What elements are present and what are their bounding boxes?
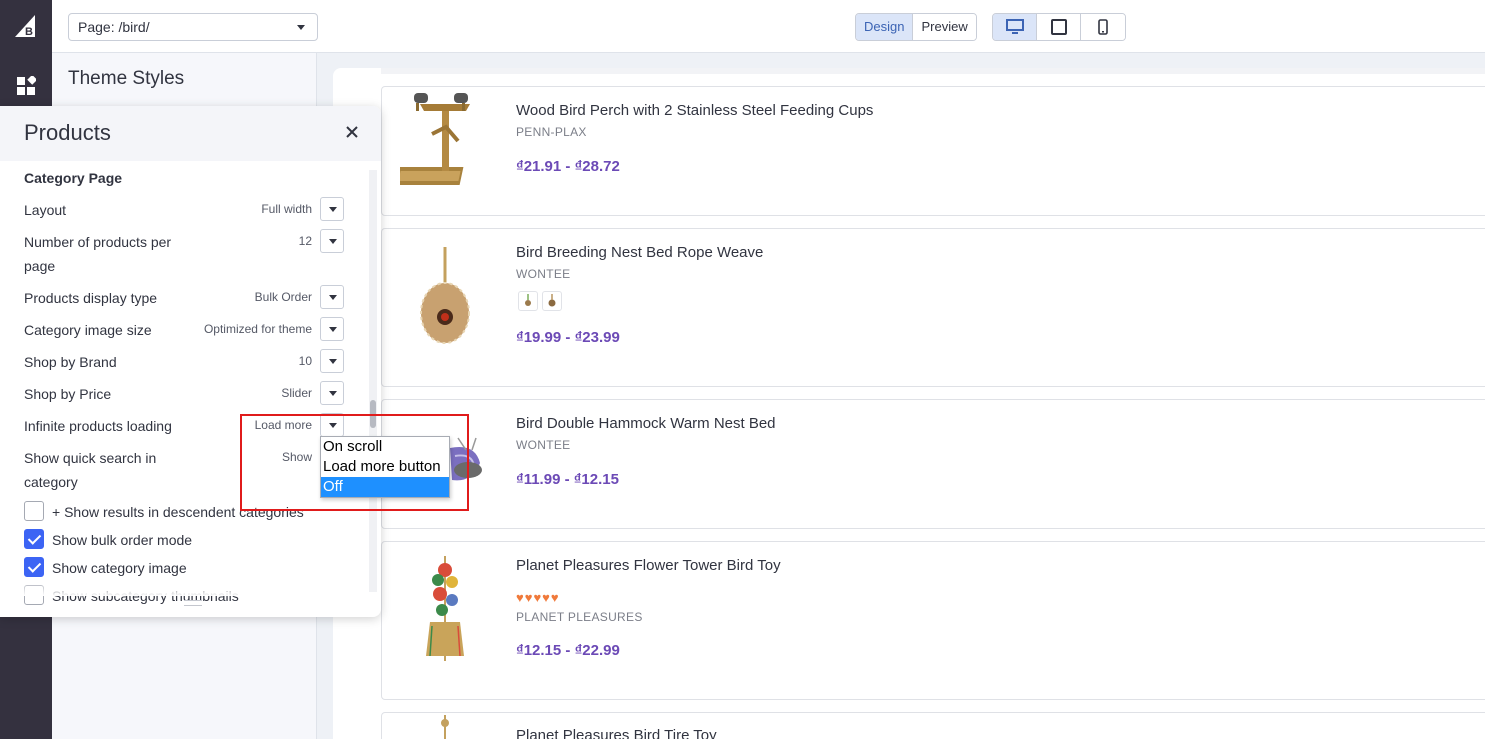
storefront-preview: Wood Bird Perch with 2 Stainless Steel F… [333, 68, 1485, 739]
product-brand[interactable]: WONTEE [516, 267, 570, 281]
mobile-view-button[interactable] [1081, 14, 1125, 40]
panel-header: Products [0, 106, 381, 161]
products-per-page-select[interactable] [320, 229, 344, 253]
preview-mode-button[interactable]: Preview [913, 14, 976, 40]
setting-label: Category image size [24, 322, 152, 338]
tablet-view-button[interactable] [1037, 14, 1081, 40]
mode-toggle: Design Preview [855, 13, 977, 41]
section-title: Category Page [24, 170, 123, 186]
page-select-value: Page: /bird/ [78, 19, 150, 35]
setting-label: Infinite products loading [24, 418, 172, 434]
checkbox-label[interactable]: + Show results in descendent categories [52, 504, 304, 520]
resize-grip-icon[interactable] [184, 600, 202, 606]
shop-by-brand-select[interactable] [320, 349, 344, 373]
product-price: ₫11.99 - ₫12.15 [516, 471, 619, 488]
setting-label: Products display type [24, 290, 158, 306]
desktop-view-button[interactable] [993, 14, 1037, 40]
descendent-categories-checkbox[interactable] [24, 501, 44, 521]
infinite-loading-dropdown: On scroll Load more button Off [320, 436, 450, 498]
product-card[interactable]: Bird Double Hammock Warm Nest Bed WONTEE… [381, 399, 1485, 529]
setting-value[interactable]: 12 [299, 234, 312, 248]
product-card[interactable]: Planet Pleasures Bird Tire Toy [381, 712, 1485, 739]
device-toggle [992, 13, 1126, 41]
product-image[interactable] [400, 89, 490, 194]
product-card[interactable]: Wood Bird Perch with 2 Stainless Steel F… [381, 86, 1485, 216]
setting-label: Number of products per page [24, 234, 172, 274]
setting-label: Shop by Brand [24, 354, 117, 370]
product-name[interactable]: Bird Breeding Nest Bed Rope Weave [516, 244, 763, 261]
product-image[interactable] [400, 245, 490, 350]
setting-value[interactable]: Show [282, 450, 312, 464]
dropdown-option-load-more[interactable]: Load more button [321, 457, 449, 477]
setting-value[interactable]: Full width [261, 202, 312, 216]
close-icon[interactable] [345, 125, 359, 139]
shop-by-price-select[interactable] [320, 381, 344, 405]
checkbox-label[interactable]: Show bulk order mode [52, 532, 192, 548]
top-bar: Page: /bird/ Design Preview [52, 0, 1485, 53]
setting-value[interactable]: 10 [299, 354, 312, 368]
product-card[interactable]: Planet Pleasures Flower Tower Bird Toy ♥… [381, 541, 1485, 700]
setting-value[interactable]: Load more [255, 418, 312, 432]
panel-title: Products [24, 120, 111, 145]
product-name[interactable]: Planet Pleasures Flower Tower Bird Toy [516, 557, 781, 574]
svg-text:B: B [25, 26, 33, 38]
preview-top-strip [381, 68, 1485, 74]
product-card[interactable]: Bird Breeding Nest Bed Rope Weave WONTEE… [381, 228, 1485, 387]
dashboard-icon[interactable] [16, 76, 36, 96]
layout-select[interactable] [320, 197, 344, 221]
scrollbar-track[interactable] [369, 170, 377, 592]
product-image[interactable] [400, 556, 490, 666]
theme-styles-title: Theme Styles [68, 68, 185, 89]
setting-label: Layout [24, 202, 67, 218]
desktop-icon [1005, 19, 1024, 34]
product-price: ₫19.99 - ₫23.99 [516, 329, 620, 346]
infinite-loading-select[interactable] [320, 413, 344, 437]
product-name[interactable]: Bird Double Hammock Warm Nest Bed [516, 415, 776, 432]
scroll-fade [0, 584, 368, 596]
swatch-option[interactable] [518, 291, 538, 311]
setting-value[interactable]: Optimized for theme [204, 322, 312, 336]
display-type-select[interactable] [320, 285, 344, 309]
swatch-thumbnail-icon [548, 294, 556, 307]
rating-stars: ♥♥♥♥♥ [516, 590, 560, 605]
checkbox-label[interactable]: Show category image [52, 560, 187, 576]
setting-value[interactable]: Slider [281, 386, 312, 400]
product-brand[interactable]: WONTEE [516, 438, 570, 452]
chevron-down-icon [297, 25, 305, 30]
product-image[interactable] [400, 715, 490, 739]
product-name[interactable]: Planet Pleasures Bird Tire Toy [516, 727, 717, 739]
design-mode-button[interactable]: Design [856, 14, 914, 40]
bulk-order-mode-checkbox[interactable] [24, 529, 44, 549]
product-price: ₫12.15 - ₫22.99 [516, 642, 620, 659]
setting-value[interactable]: Bulk Order [255, 290, 312, 304]
product-name[interactable]: Wood Bird Perch with 2 Stainless Steel F… [516, 102, 873, 119]
setting-label: Shop by Price [24, 386, 112, 402]
dropdown-option-off[interactable]: Off [321, 477, 449, 497]
product-brand[interactable]: PENN-PLAX [516, 125, 587, 139]
scrollbar-thumb[interactable] [370, 400, 376, 428]
product-price: ₫21.91 - ₫28.72 [516, 158, 620, 175]
product-brand[interactable]: PLANET PLEASURES [516, 610, 643, 624]
page-select[interactable]: Page: /bird/ [68, 13, 318, 41]
products-settings-panel: Products Category Page Layout Full width… [0, 106, 381, 617]
category-image-checkbox[interactable] [24, 557, 44, 577]
mobile-icon [1098, 19, 1108, 35]
tablet-icon [1050, 19, 1067, 35]
dropdown-option-on-scroll[interactable]: On scroll [321, 437, 449, 457]
bigcommerce-logo-icon[interactable]: B [13, 13, 39, 39]
swatch-thumbnail-icon [525, 294, 531, 306]
image-size-select[interactable] [320, 317, 344, 341]
setting-label: Show quick search in category [24, 450, 157, 490]
swatch-option[interactable] [542, 291, 562, 311]
